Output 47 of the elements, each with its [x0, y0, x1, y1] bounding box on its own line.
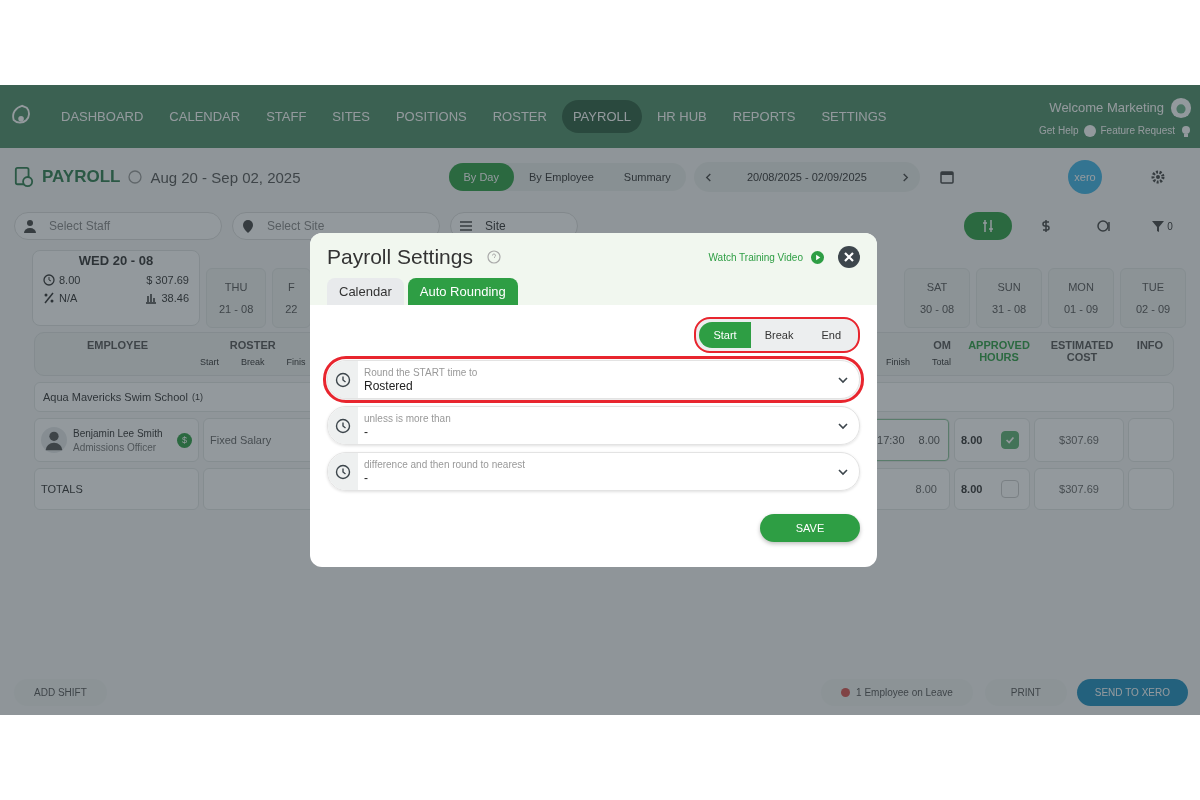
- total-hours: 8.00: [918, 434, 940, 446]
- page-title: PAYROLL: [42, 167, 121, 187]
- cost-cell: $307.69: [1034, 418, 1124, 462]
- welcome-text: Welcome Marketing: [1049, 100, 1164, 115]
- group-name: Aqua Mavericks Swim School: [43, 391, 188, 403]
- period-range: 20/08/2025 - 02/09/2025: [746, 171, 867, 183]
- day-label: WED 20 - 08: [77, 253, 155, 268]
- sub-heading: Total: [932, 357, 951, 367]
- sub-heading: Break: [241, 357, 265, 367]
- day-date: 21 - 08: [219, 303, 254, 315]
- approved-hours: 8.00: [961, 434, 983, 446]
- roster-value: Fixed Salary: [210, 434, 272, 446]
- column-heading: EMPLOYEE: [85, 339, 150, 351]
- group-count: (1): [191, 392, 203, 402]
- finish-time: 17:30: [877, 434, 905, 446]
- column-heading: OM: [933, 339, 951, 351]
- day-date: 01 - 09: [1063, 303, 1099, 315]
- approved-total: 8.00: [961, 483, 983, 495]
- day-name: MON: [1068, 281, 1094, 293]
- day-name: SAT: [926, 281, 948, 293]
- column-heading: ESTIMATED COST: [1049, 339, 1115, 363]
- cost-total: $307.69: [1034, 468, 1124, 510]
- day-name: SUN: [997, 281, 1021, 293]
- employee-role: Admissions Officer: [73, 441, 158, 453]
- column-heading: ROSTER: [229, 339, 276, 351]
- total-hours: 8.00: [915, 483, 938, 495]
- hours-value: 8.00: [59, 274, 81, 286]
- dialog-title: Payroll Settings: [327, 245, 473, 269]
- totals-label: TOTALS: [34, 468, 199, 510]
- cost-value: $ 307.69: [146, 274, 189, 286]
- employee-name: Benjamin Lee Smith: [73, 427, 163, 439]
- sub-heading: Finis: [286, 357, 306, 367]
- salary-badge: $: [177, 432, 192, 448]
- column-heading: INFO: [1135, 339, 1165, 351]
- column-heading: APPROVED HOURS: [967, 339, 1031, 363]
- average-value: 38.46: [161, 292, 189, 304]
- day-date: 22: [285, 303, 298, 315]
- day-date: 31 - 08: [991, 303, 1027, 315]
- date-range: Aug 20 - Sep 02, 2025: [150, 168, 301, 186]
- day-name: TUE: [1142, 281, 1164, 293]
- sub-heading: Start: [200, 357, 219, 367]
- percent-value: N/A: [59, 292, 78, 304]
- day-name: F: [288, 281, 295, 293]
- sub-heading: Finish: [885, 357, 910, 367]
- day-name: THU: [224, 281, 248, 293]
- day-date: 02 - 09: [1135, 303, 1171, 315]
- day-date: 30 - 08: [919, 303, 955, 315]
